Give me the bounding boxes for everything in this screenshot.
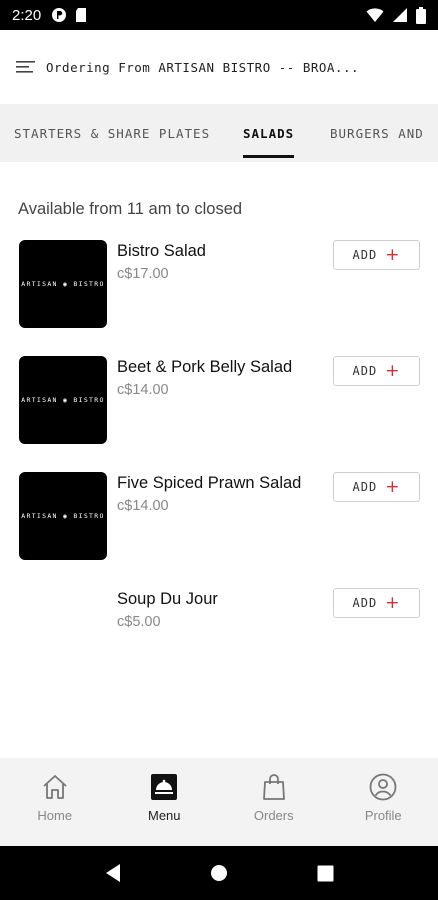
app-header: Ordering From ARTISAN BISTRO -- BROA... [0, 30, 438, 104]
tab-starters-share-plates[interactable]: STARTERS & SHARE PLATES [14, 104, 210, 162]
availability-text: Available from 11 am to closed [18, 200, 243, 218]
tab-label: STARTERS & SHARE PLATES [14, 125, 211, 141]
tab-salads[interactable]: SALADS [243, 104, 295, 162]
shopping-bag-icon [262, 774, 285, 800]
add-button-label: ADD [352, 248, 378, 262]
ordering-location-title[interactable]: Ordering From ARTISAN BISTRO -- BROA... [46, 60, 359, 75]
artisan-bistro-logo: ARTISAN ◉ BISTRO [21, 396, 105, 404]
add-button-label: ADD [352, 364, 378, 378]
item-price: c$17.00 [117, 266, 169, 282]
notification-app-icon [52, 8, 67, 22]
add-button[interactable]: ADD + [333, 356, 420, 386]
item-price: c$5.00 [117, 614, 161, 630]
artisan-bistro-logo: ARTISAN ◉ BISTRO [21, 512, 105, 520]
home-icon [43, 775, 67, 799]
nav-profile[interactable]: Profile [329, 758, 438, 846]
add-button-label: ADD [352, 596, 378, 610]
nav-label: Home [37, 808, 73, 823]
battery-icon [416, 6, 426, 24]
menu-item[interactable]: ARTISAN ◉ BISTRO Five Spiced Prawn Salad… [0, 472, 438, 572]
filter-menu-icon[interactable] [16, 59, 36, 75]
system-navigation-bar [0, 846, 438, 900]
item-thumbnail: ARTISAN ◉ BISTRO [19, 472, 107, 560]
item-name: Bistro Salad [117, 242, 206, 260]
home-circle-icon[interactable] [210, 864, 228, 882]
item-name: Beet & Pork Belly Salad [117, 358, 293, 376]
menu-item[interactable]: Soup Du Jour c$5.00 ADD + [0, 588, 438, 688]
sd-card-icon [76, 8, 87, 22]
wifi-icon [366, 8, 384, 22]
plus-icon: + [385, 476, 401, 497]
nav-label: Profile [364, 808, 402, 823]
item-thumbnail: ARTISAN ◉ BISTRO [19, 240, 107, 328]
add-button[interactable]: ADD + [333, 240, 420, 270]
menu-item[interactable]: ARTISAN ◉ BISTRO Bistro Salad c$17.00 AD… [0, 240, 438, 340]
tab-burgers[interactable]: BURGERS AND [330, 104, 424, 162]
signal-icon [393, 8, 407, 22]
tab-label: SALADS [243, 125, 295, 141]
bottom-navigation: Home Menu Orders Profile [0, 758, 438, 846]
menu-icon [151, 774, 178, 800]
add-button-label: ADD [352, 480, 378, 494]
item-price: c$14.00 [117, 382, 169, 398]
add-button[interactable]: ADD + [333, 588, 420, 618]
item-name: Soup Du Jour [117, 590, 218, 608]
recents-icon[interactable] [317, 865, 334, 882]
active-tab-indicator [243, 155, 295, 158]
plus-icon: + [385, 592, 401, 613]
plus-icon: + [385, 244, 401, 265]
item-price: c$14.00 [117, 498, 169, 514]
add-button[interactable]: ADD + [333, 472, 420, 502]
artisan-bistro-logo: ARTISAN ◉ BISTRO [21, 280, 105, 288]
back-icon[interactable] [104, 863, 122, 883]
nav-label: Menu [147, 808, 181, 823]
status-bar: 2:20 [0, 0, 438, 30]
nav-label: Orders [253, 808, 294, 823]
plus-icon: + [385, 360, 401, 381]
status-time: 2:20 [12, 6, 42, 24]
nav-home[interactable]: Home [0, 758, 110, 846]
profile-icon [369, 773, 397, 801]
item-thumbnail: ARTISAN ◉ BISTRO [19, 356, 107, 444]
nav-orders[interactable]: Orders [219, 758, 329, 846]
item-name: Five Spiced Prawn Salad [117, 474, 302, 492]
category-tabs: STARTERS & SHARE PLATES SALADS BURGERS A… [0, 104, 438, 162]
menu-item[interactable]: ARTISAN ◉ BISTRO Beet & Pork Belly Salad… [0, 356, 438, 456]
nav-menu[interactable]: Menu [110, 758, 220, 846]
tab-label: BURGERS AND [330, 125, 424, 141]
